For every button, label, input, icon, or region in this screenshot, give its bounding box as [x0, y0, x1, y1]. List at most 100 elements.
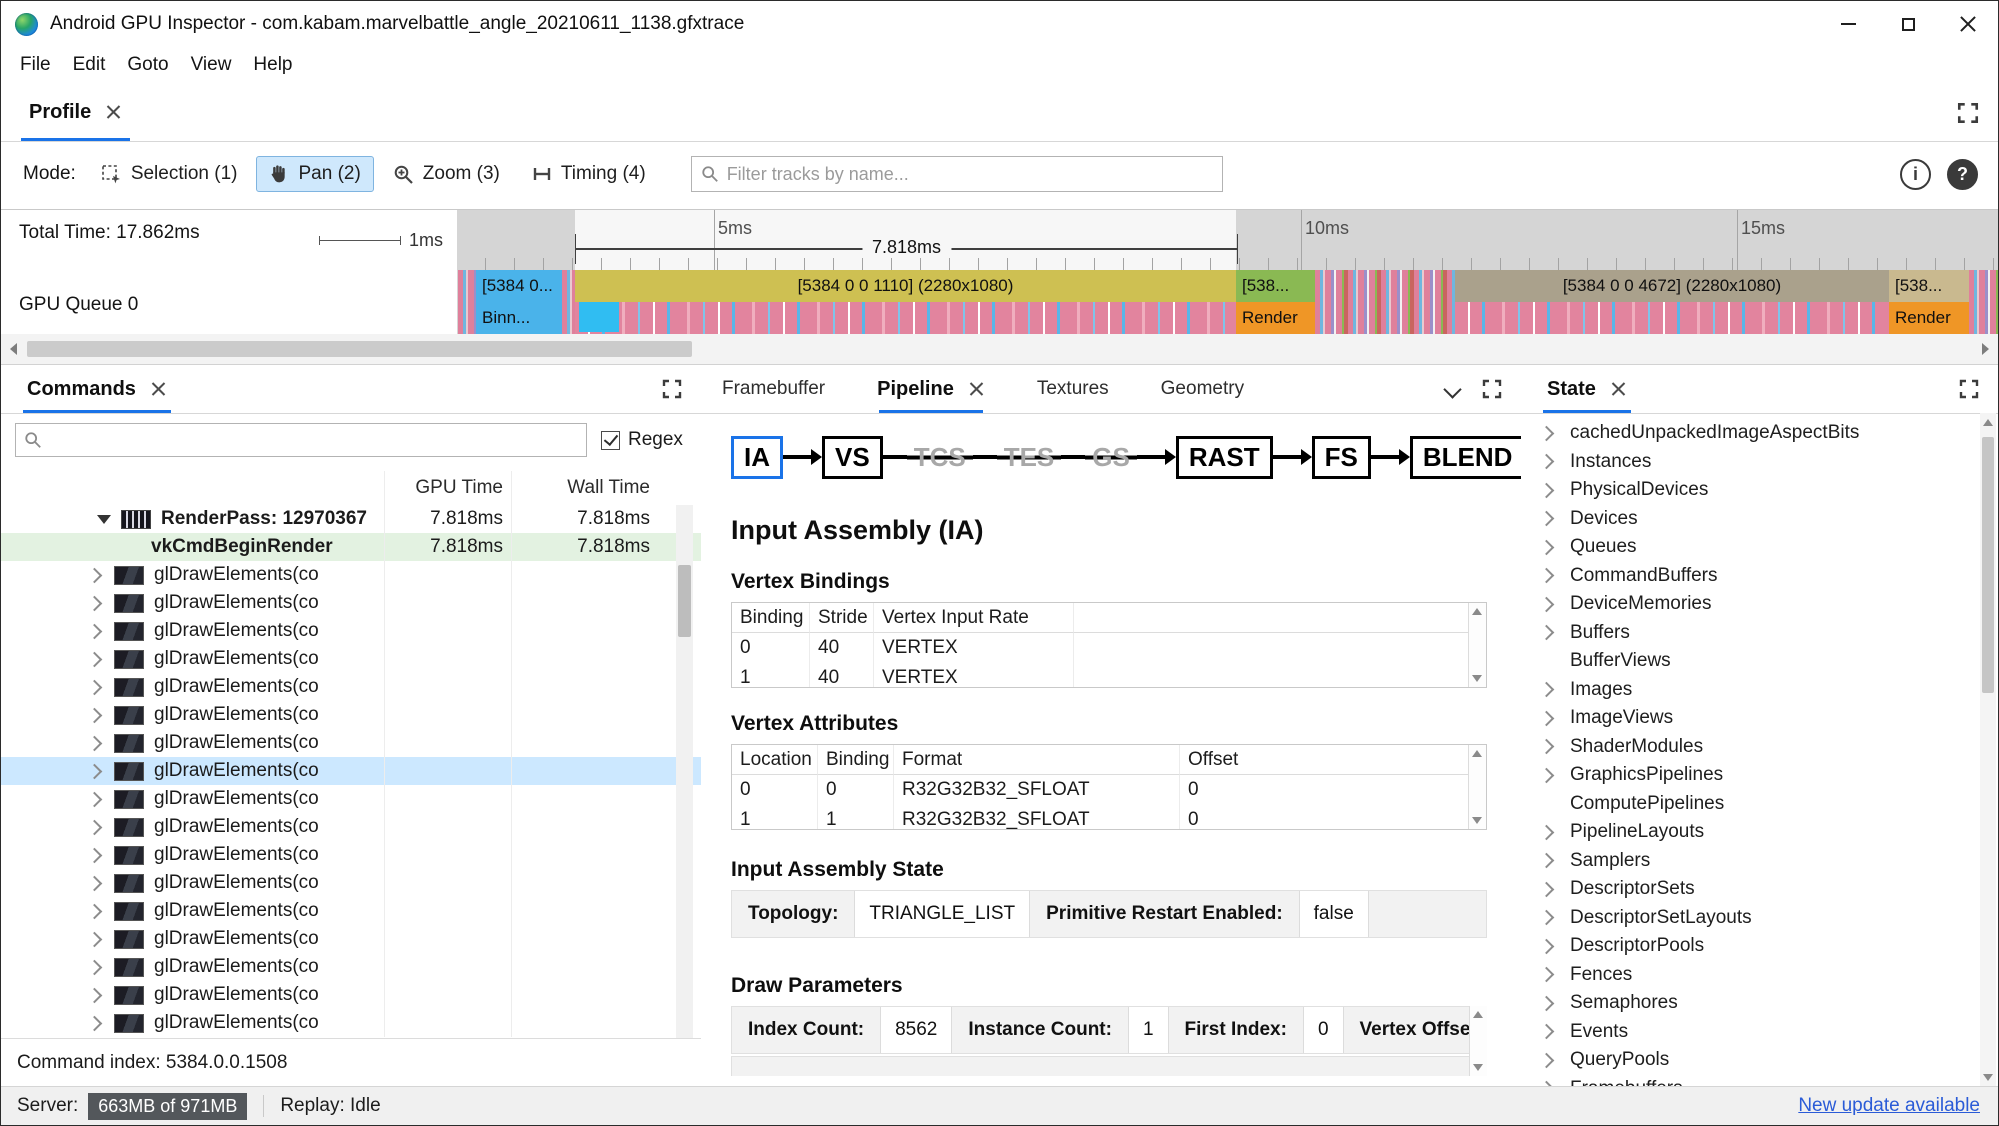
chevron-right-icon[interactable]	[1538, 710, 1555, 727]
table-vscrollbar[interactable]	[1468, 745, 1486, 829]
state-item-descriptorpools[interactable]: DescriptorPools	[1521, 932, 1978, 961]
filter-tracks-input[interactable]	[718, 157, 1222, 191]
tab-close-icon[interactable]	[968, 381, 985, 398]
state-item-events[interactable]: Events	[1521, 1018, 1978, 1047]
menu-goto[interactable]: Goto	[116, 50, 179, 80]
menu-edit[interactable]: Edit	[62, 50, 117, 80]
state-item-instances[interactable]: Instances	[1521, 448, 1978, 477]
scroll-up-icon[interactable]	[1472, 608, 1482, 615]
table-row[interactable]: glDrawElements(co	[1, 869, 701, 897]
stage-vs[interactable]: VS	[822, 435, 883, 479]
chevron-right-icon[interactable]	[1538, 624, 1555, 641]
timeline-ruler[interactable]: 5ms 10ms 15ms 7.818ms	[457, 210, 1998, 270]
regex-toggle[interactable]: Regex	[601, 429, 683, 451]
caret-collapsed-icon[interactable]	[86, 987, 103, 1003]
chevron-right-icon[interactable]	[1538, 852, 1555, 869]
caret-collapsed-icon[interactable]	[86, 623, 103, 639]
trace-slice-renderpass-1[interactable]: [5384 0 0 1110] (2280x1080)	[575, 270, 1236, 334]
timeline-hscrollbar[interactable]	[1, 334, 1998, 365]
table-row[interactable]: glDrawElements(co	[1, 785, 701, 813]
table-row[interactable]: glDrawElements(co	[1, 701, 701, 729]
state-item-pipelinelayouts[interactable]: PipelineLayouts	[1521, 818, 1978, 847]
trace-slice-binning[interactable]: [5384 0... Binn...	[476, 270, 562, 334]
scroll-up-icon[interactable]	[1472, 750, 1482, 757]
caret-collapsed-icon[interactable]	[86, 1015, 103, 1031]
trace-slice-renderpass-2[interactable]: [5384 0 0 4672] (2280x1080)	[1455, 270, 1889, 334]
chevron-right-icon[interactable]	[1538, 1023, 1555, 1040]
caret-collapsed-icon[interactable]	[86, 567, 103, 583]
table-row[interactable]: glDrawElements(co	[1, 673, 701, 701]
fullscreen-icon[interactable]	[1956, 101, 1980, 125]
help-icon[interactable]: ?	[1947, 158, 1978, 190]
state-vscrollbar-thumb[interactable]	[1982, 437, 1994, 693]
chevron-right-icon[interactable]	[1538, 453, 1555, 470]
chevron-right-icon[interactable]	[1538, 425, 1555, 442]
tab-textures[interactable]: Textures	[1037, 365, 1109, 413]
state-item-semaphores[interactable]: Semaphores	[1521, 989, 1978, 1018]
regex-checkbox[interactable]	[601, 430, 620, 450]
scroll-up-icon[interactable]	[1473, 1011, 1483, 1018]
scroll-down-icon[interactable]	[1473, 1064, 1483, 1071]
chevron-right-icon[interactable]	[1538, 995, 1555, 1012]
commands-search-input[interactable]	[42, 424, 586, 456]
caret-expanded-icon[interactable]	[97, 514, 111, 524]
menu-help[interactable]: Help	[242, 50, 303, 80]
chevron-right-icon[interactable]	[1538, 539, 1555, 556]
caret-collapsed-icon[interactable]	[86, 959, 103, 975]
state-item-shadermodules[interactable]: ShaderModules	[1521, 733, 1978, 762]
caret-collapsed-icon[interactable]	[86, 819, 103, 835]
stage-tes[interactable]: TES	[996, 438, 1062, 476]
chevron-right-icon[interactable]	[1538, 881, 1555, 898]
minimize-button[interactable]	[1818, 1, 1878, 47]
table-row[interactable]: glDrawElements(co	[1, 589, 701, 617]
scroll-left-icon[interactable]	[10, 343, 17, 355]
menu-view[interactable]: View	[180, 50, 243, 80]
caret-collapsed-icon[interactable]	[86, 651, 103, 667]
table-row[interactable]: glDrawElements(co	[1, 981, 701, 1009]
caret-collapsed-icon[interactable]	[86, 847, 103, 863]
stage-rast[interactable]: RAST	[1175, 435, 1273, 479]
state-item-imageviews[interactable]: ImageViews	[1521, 704, 1978, 733]
state-item-buffers[interactable]: Buffers	[1521, 619, 1978, 648]
state-item-graphicspipelines[interactable]: GraphicsPipelines	[1521, 761, 1978, 790]
table-row[interactable]: glDrawElements(co	[1, 729, 701, 757]
tab-framebuffer[interactable]: Framebuffer	[722, 365, 825, 413]
close-button[interactable]	[1938, 1, 1998, 47]
state-item-images[interactable]: Images	[1521, 676, 1978, 705]
chevron-right-icon[interactable]	[1538, 966, 1555, 983]
tab-profile[interactable]: Profile	[15, 84, 136, 141]
state-item-devicememories[interactable]: DeviceMemories	[1521, 590, 1978, 619]
state-item-commandbuffers[interactable]: CommandBuffers	[1521, 562, 1978, 591]
caret-collapsed-icon[interactable]	[86, 791, 103, 807]
state-item-physicaldevices[interactable]: PhysicalDevices	[1521, 476, 1978, 505]
trace-slice[interactable]	[458, 270, 476, 334]
timing-mode-button[interactable]: Timing (4)	[519, 156, 659, 192]
table-row[interactable]: glDrawElements(co	[1, 1009, 701, 1037]
table-vscrollbar[interactable]	[1469, 1006, 1487, 1076]
fullscreen-icon[interactable]	[1481, 378, 1503, 400]
chevron-down-icon[interactable]	[1443, 379, 1462, 399]
chevron-right-icon[interactable]	[1538, 824, 1555, 841]
pan-mode-button[interactable]: Pan (2)	[256, 156, 374, 192]
table-vscrollbar[interactable]	[1468, 603, 1486, 687]
menu-file[interactable]: File	[9, 50, 62, 80]
chevron-right-icon[interactable]	[1538, 681, 1555, 698]
chevron-right-icon[interactable]	[1538, 909, 1555, 926]
stage-tcs[interactable]: TCS	[906, 438, 973, 476]
commands-vscrollbar[interactable]	[676, 505, 693, 1039]
table-row[interactable]: glDrawElements(co	[1, 757, 701, 785]
table-row[interactable]: RenderPass: 12970367 7.818ms 7.818ms	[1, 505, 701, 533]
state-item-queues[interactable]: Queues	[1521, 533, 1978, 562]
update-link[interactable]: New update available	[1798, 1095, 1980, 1117]
state-vscrollbar[interactable]	[1980, 413, 1996, 1087]
chevron-right-icon[interactable]	[1538, 482, 1555, 499]
table-row[interactable]: glDrawElements(co	[1, 813, 701, 841]
chevron-right-icon[interactable]	[1538, 767, 1555, 784]
stage-fs[interactable]: FS	[1311, 435, 1371, 479]
state-item-computepipelines[interactable]: ComputePipelines	[1521, 790, 1978, 819]
tab-close-icon[interactable]	[105, 104, 122, 121]
chevron-right-icon[interactable]	[1538, 1052, 1555, 1069]
table-row[interactable]: glDrawElements(co	[1, 925, 701, 953]
caret-collapsed-icon[interactable]	[86, 875, 103, 891]
state-item-descriptorsetlayouts[interactable]: DescriptorSetLayouts	[1521, 904, 1978, 933]
